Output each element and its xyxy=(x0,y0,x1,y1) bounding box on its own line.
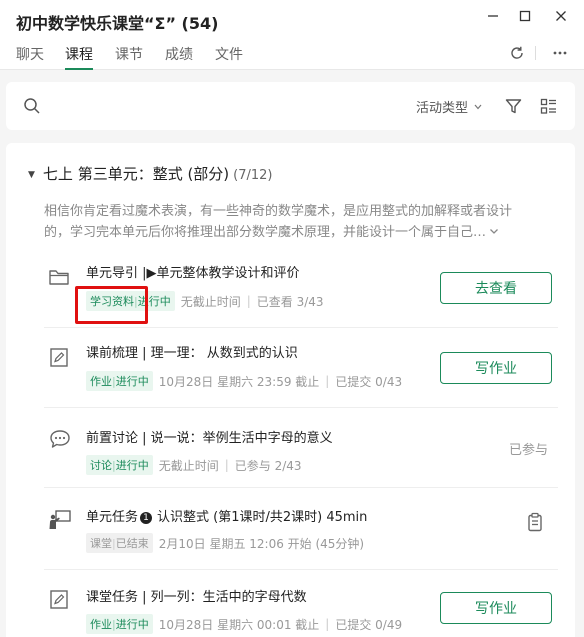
type-label: 讨论 xyxy=(90,459,112,472)
unit-card: ▼ 七上 第三单元：整式 (部分) (7/12) 相信你肯定看过魔术表演，有一些神奇… xyxy=(6,143,575,637)
expand-chevron-icon[interactable] xyxy=(489,228,499,235)
more-button[interactable] xyxy=(549,42,571,64)
maximize-icon xyxy=(519,10,531,22)
type-label: 作业 xyxy=(90,618,112,631)
homework-icon xyxy=(48,588,70,610)
activity-type-badge: 课堂|已结束 xyxy=(86,533,153,553)
type-label: 作业 xyxy=(90,375,112,388)
activity-type-badge: 作业|进行中 xyxy=(86,371,153,391)
activity-name[interactable]: 课前梳理 | 理一理： 从数到式的认识 xyxy=(86,342,298,361)
close-button[interactable] xyxy=(546,6,576,26)
stat-text: 已参与 2/43 xyxy=(234,458,302,473)
activity-name[interactable]: 课堂任务 | 列一列：生活中的字母代数 xyxy=(86,586,307,605)
activity-item[interactable]: 课堂任务 | 列一列：生活中的字母代数 作业|进行中 10月28日 星期六 00… xyxy=(44,570,558,637)
list-view-icon xyxy=(540,98,556,114)
deadline-text: 无截止时间 xyxy=(180,294,241,309)
status-label: 进行中 xyxy=(115,459,149,472)
stat-text: 已查看 3/43 xyxy=(256,294,324,309)
stat-text: 已提交 0/43 xyxy=(335,374,403,389)
tab-course[interactable]: 课程 xyxy=(65,44,93,70)
unit-description: 相信你肯定看过魔术表演，有一些神奇的数学魔术，是应用整式的加解释或者设计 的，学… xyxy=(44,201,556,243)
highlight-box xyxy=(75,286,148,324)
divider xyxy=(535,46,536,60)
participated-label: 已参与 xyxy=(508,443,548,458)
task-number-badge: 1 xyxy=(140,512,153,524)
clipboard-icon xyxy=(528,512,542,532)
activity-name[interactable]: 前置讨论 | 说一说：举例生活中字母的意义 xyxy=(86,427,333,446)
filter-icon xyxy=(505,98,521,113)
activity-meta: 作业|进行中 10月28日 星期六 23:59 截止 | 已提交 0/43 xyxy=(86,371,402,391)
minimize-button[interactable] xyxy=(478,6,508,26)
activity-type-badge: 讨论|进行中 xyxy=(86,455,153,475)
activity-name-text: 认识整式 (第1课时/共2课时) 45min xyxy=(157,510,368,525)
unit-progress: (7/12) xyxy=(233,168,273,183)
homework-icon xyxy=(48,346,70,368)
activity-type-label: 活动类型 xyxy=(416,101,469,116)
status-label: 进行中 xyxy=(115,375,149,388)
maximize-button[interactable] xyxy=(510,6,540,26)
filter-button[interactable] xyxy=(503,96,523,116)
minimize-icon xyxy=(488,15,498,17)
do-homework-button[interactable]: 写作业 xyxy=(440,352,552,384)
type-label: 课堂 xyxy=(90,537,112,550)
clipboard-button[interactable] xyxy=(526,512,548,534)
unit-title: 七上 第三单元：整式 (部分) xyxy=(42,165,230,183)
filter-bar: 活动类型 xyxy=(6,82,575,130)
activity-item[interactable]: 课前梳理 | 理一理： 从数到式的认识 作业|进行中 10月28日 星期六 23… xyxy=(44,328,558,408)
deadline-text: 10月28日 星期六 00:01 截止 xyxy=(158,617,320,632)
tab-bar: 聊天 课程 课节 成绩 文件 xyxy=(0,42,584,70)
activity-item[interactable]: 单元任务 1 认识整式 (第1课时/共2课时) 45min 课堂|已结束 2月10日… xyxy=(44,488,558,570)
chevron-down-icon xyxy=(474,104,482,110)
tab-grades[interactable]: 成绩 xyxy=(165,44,193,64)
stat-text: 已提交 0/49 xyxy=(335,617,403,632)
activity-type-badge: 作业|进行中 xyxy=(86,614,153,634)
folder-icon xyxy=(48,266,70,288)
activity-type-dropdown[interactable]: 活动类型 xyxy=(416,97,482,116)
refresh-icon xyxy=(511,46,523,59)
unit-description-line1: 相信你肯定看过魔术表演，有一些神奇的数学魔术，是应用整式的加解释或者设计 xyxy=(44,204,513,219)
discussion-icon xyxy=(48,428,70,450)
view-mode-button[interactable] xyxy=(538,96,558,116)
search-icon xyxy=(24,98,40,114)
search-button[interactable] xyxy=(22,96,42,116)
start-time-text: 2月10日 星期五 12:06 开始 (45分钟) xyxy=(158,536,365,551)
activity-name[interactable]: 单元导引 |▶单元整体教学设计和评价 xyxy=(86,262,300,281)
activity-meta: 讨论|进行中 无截止时间 | 已参与 2/43 xyxy=(86,455,302,475)
refresh-button[interactable] xyxy=(506,42,528,64)
activity-name-prefix: 单元任务 xyxy=(86,510,139,525)
unit-description-line2: 的，学习完本单元后你将推理出部分数学魔术原理，并能设计一个属于自己… xyxy=(44,225,487,240)
deadline-text: 10月28日 星期六 23:59 截止 xyxy=(158,374,320,389)
status-label: 已结束 xyxy=(115,537,149,550)
window-title: 初中数学快乐课堂“Σ” (54) xyxy=(16,14,219,33)
status-label: 进行中 xyxy=(115,618,149,631)
deadline-text: 无截止时间 xyxy=(158,458,219,473)
do-homework-button[interactable]: 写作业 xyxy=(440,592,552,624)
view-button[interactable]: 去查看 xyxy=(440,272,552,304)
activity-item[interactable]: 前置讨论 | 说一说：举例生活中字母的意义 讨论|进行中 无截止时间 | 已参与… xyxy=(44,408,558,488)
more-icon xyxy=(553,51,567,55)
close-icon xyxy=(556,11,566,21)
tab-lessons[interactable]: 课节 xyxy=(115,44,143,64)
activity-meta: 作业|进行中 10月28日 星期六 00:01 截止 | 已提交 0/49 xyxy=(86,614,402,634)
tab-files[interactable]: 文件 xyxy=(215,44,243,64)
tab-chat[interactable]: 聊天 xyxy=(16,44,44,64)
collapse-triangle-icon[interactable]: ▼ xyxy=(28,170,35,180)
activity-name[interactable]: 单元任务 1 认识整式 (第1课时/共2课时) 45min xyxy=(86,506,367,525)
title-bar: 初中数学快乐课堂“Σ” (54) xyxy=(0,0,584,42)
lesson-icon xyxy=(48,508,71,530)
unit-header[interactable]: ▼ 七上 第三单元：整式 (部分) (7/12) xyxy=(28,163,273,184)
activity-meta: 课堂|已结束 2月10日 星期五 12:06 开始 (45分钟) xyxy=(86,533,364,553)
